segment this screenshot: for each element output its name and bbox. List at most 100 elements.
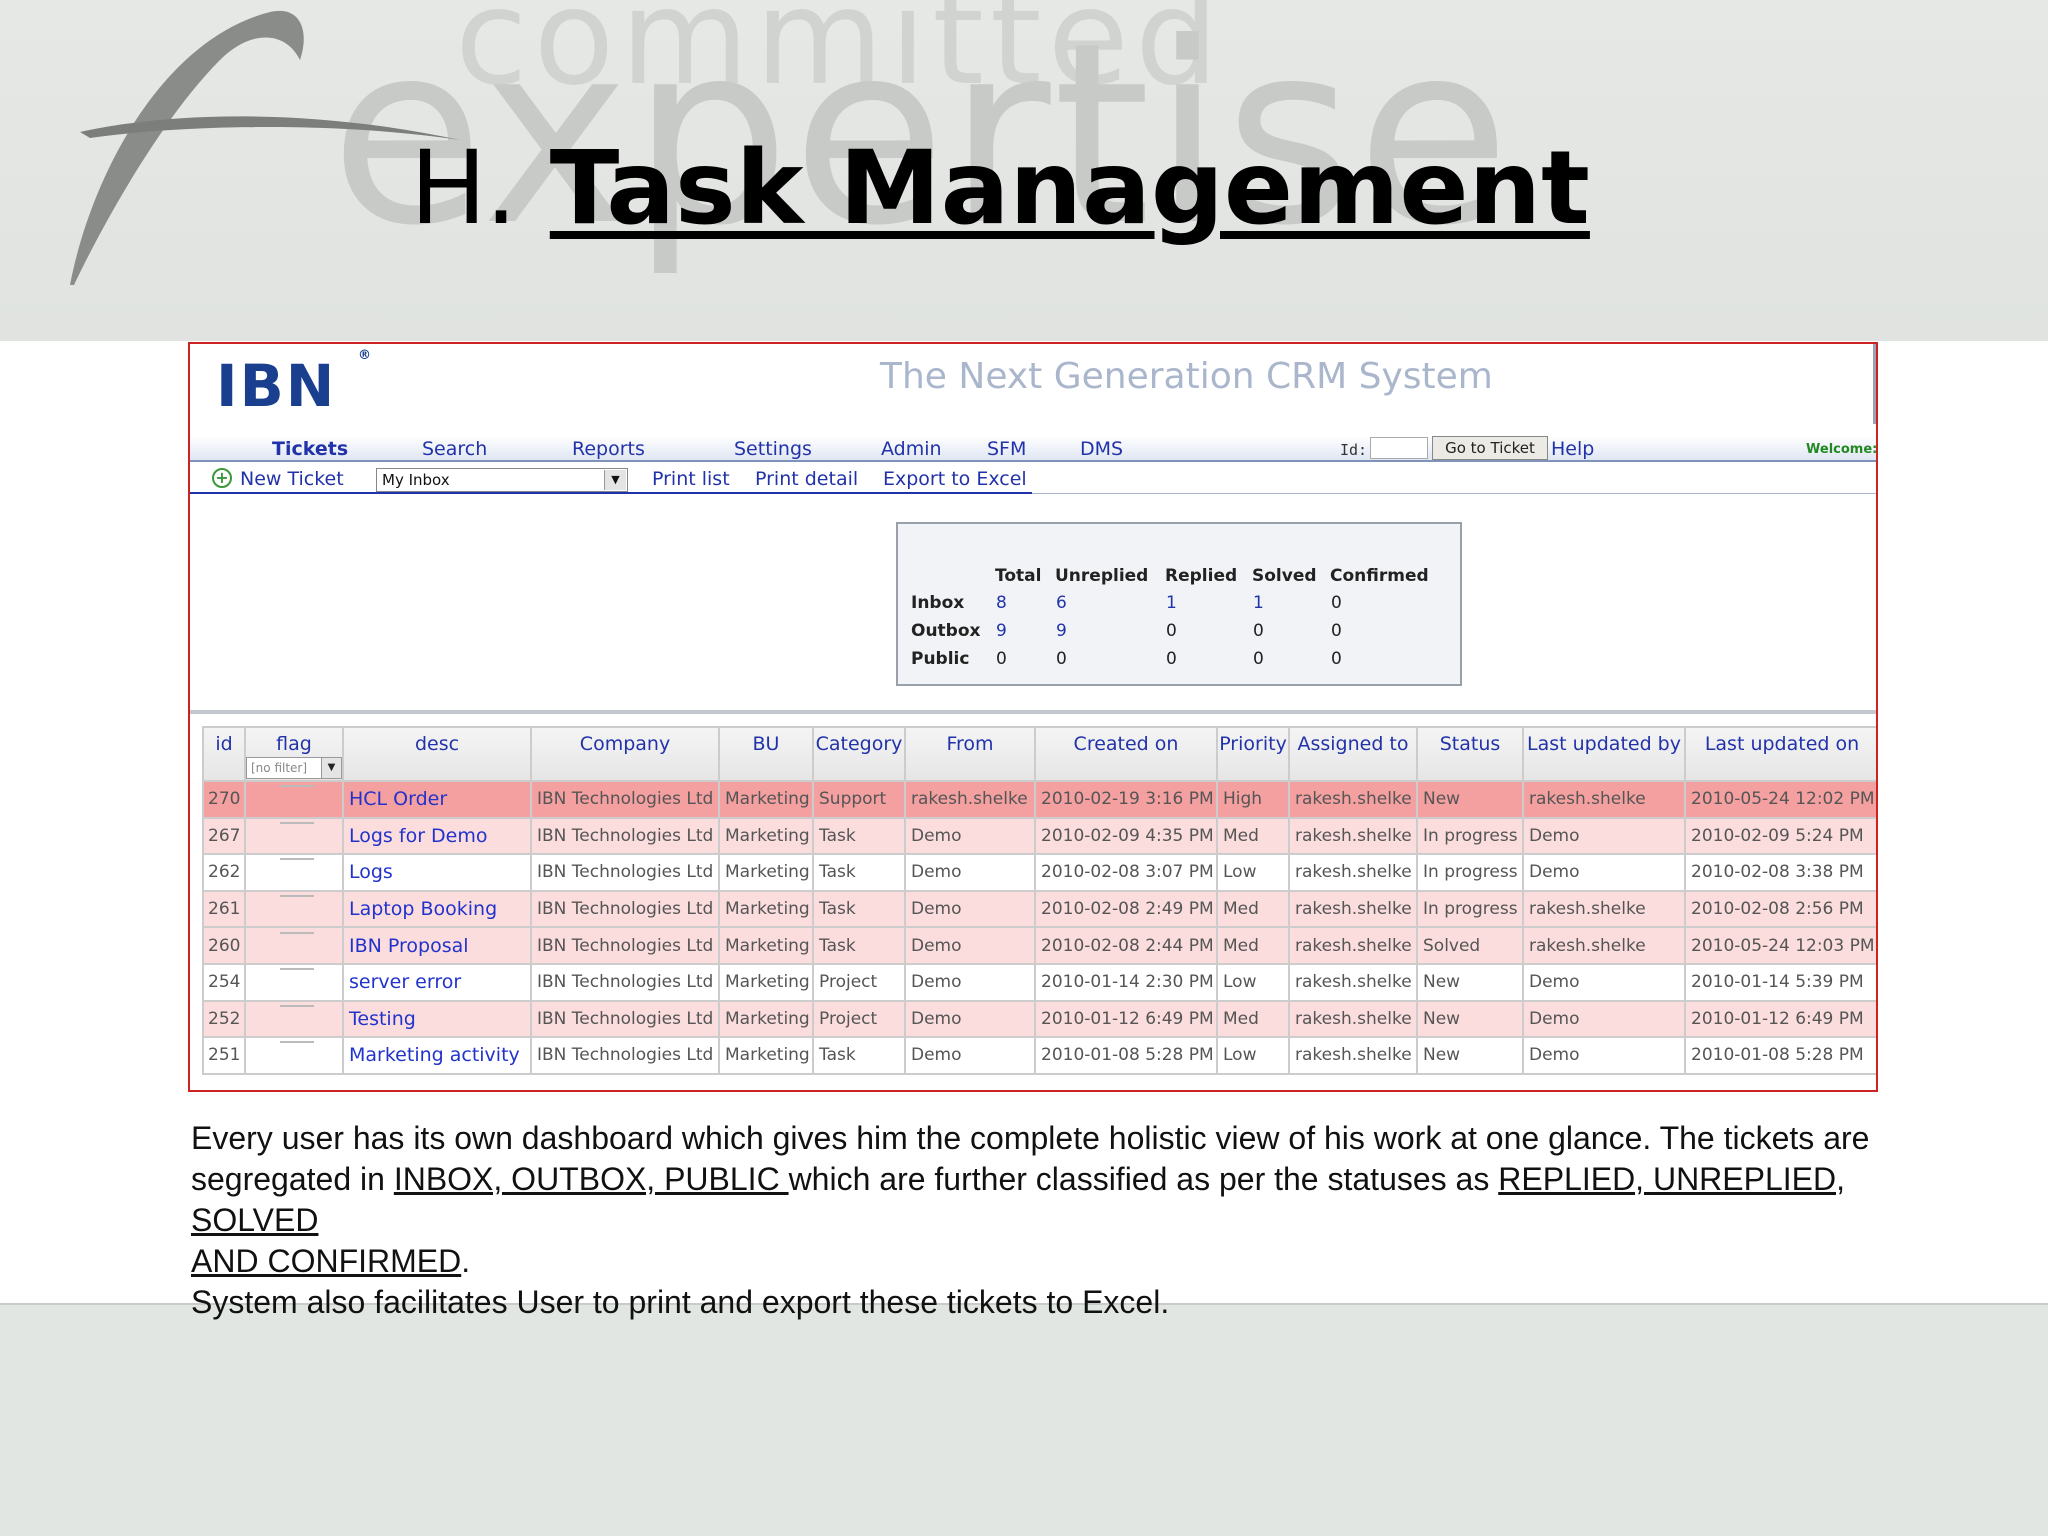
crm-header: IBN ® The Next Generation CRM System <box>190 344 1876 436</box>
cell-desc-link[interactable]: Logs for Demo <box>342 816 532 856</box>
col-assigned-to[interactable]: Assigned to <box>1288 726 1418 782</box>
col-company[interactable]: Company <box>530 726 720 782</box>
cell-id: 267 <box>202 816 246 856</box>
table-row[interactable]: 254 server error IBN Technologies Ltd Ma… <box>202 962 1876 1002</box>
cell-last-updated-by: rakesh.shelke <box>1522 889 1686 929</box>
nav-reports[interactable]: Reports <box>572 438 645 460</box>
grid-divider <box>190 710 1876 714</box>
cell-desc-link[interactable]: IBN Proposal <box>342 926 532 965</box>
cell-status: In progress <box>1416 889 1524 929</box>
col-bu[interactable]: BU <box>718 726 814 782</box>
add-icon[interactable]: + <box>212 468 232 488</box>
cell-flag[interactable] <box>244 853 344 892</box>
cell-from: Demo <box>904 926 1036 965</box>
nav-search[interactable]: Search <box>422 438 487 460</box>
stats-cell[interactable]: 1 <box>1253 593 1264 613</box>
cell-created-on: 2010-02-09 4:35 PM <box>1034 816 1218 856</box>
cell-company: IBN Technologies Ltd <box>530 816 720 856</box>
cell-created-on: 2010-02-08 2:49 PM <box>1034 889 1218 929</box>
table-row[interactable]: 262 Logs IBN Technologies Ltd Marketing … <box>202 853 1876 892</box>
cell-desc-link[interactable]: Testing <box>342 999 532 1039</box>
table-row[interactable]: 261 Laptop Booking IBN Technologies Ltd … <box>202 889 1876 929</box>
cell-desc-link[interactable]: Laptop Booking <box>342 889 532 929</box>
nav-admin[interactable]: Admin <box>881 438 942 460</box>
cell-flag[interactable] <box>244 780 344 819</box>
col-last-updated-by[interactable]: Last updated by <box>1522 726 1686 782</box>
cell-status: New <box>1416 780 1524 819</box>
cell-flag[interactable] <box>244 926 344 965</box>
stats-cell[interactable]: 9 <box>996 621 1007 641</box>
cell-flag[interactable] <box>244 1036 344 1075</box>
col-from[interactable]: From <box>904 726 1036 782</box>
col-last-updated-on[interactable]: Last updated on <box>1684 726 1876 782</box>
cell-bu: Marketing <box>718 999 814 1039</box>
go-to-ticket-button[interactable]: Go to Ticket <box>1432 436 1548 460</box>
stats-cell[interactable]: 9 <box>1056 621 1067 641</box>
cell-from: Demo <box>904 962 1036 1002</box>
cell-flag[interactable] <box>244 889 344 929</box>
cell-desc-link[interactable]: HCL Order <box>342 780 532 819</box>
cell-desc-link[interactable]: Logs <box>342 853 532 892</box>
cell-assigned-to: rakesh.shelke <box>1288 853 1418 892</box>
stats-cell[interactable]: 8 <box>996 593 1007 613</box>
cell-flag[interactable] <box>244 816 344 856</box>
caption-line: Every user has its own dashboard which g… <box>191 1120 1870 1156</box>
view-select[interactable]: My Inbox ▼ <box>376 468 628 492</box>
cell-assigned-to: rakesh.shelke <box>1288 780 1418 819</box>
cell-last-updated-by: rakesh.shelke <box>1522 780 1686 819</box>
nav-help[interactable]: Help <box>1551 438 1594 460</box>
stats-cell[interactable]: 1 <box>1166 593 1177 613</box>
cell-status: In progress <box>1416 853 1524 892</box>
table-row[interactable]: 260 IBN Proposal IBN Technologies Ltd Ma… <box>202 926 1876 965</box>
cell-status: In progress <box>1416 816 1524 856</box>
print-detail-link[interactable]: Print detail <box>755 468 858 490</box>
table-header-row: id flag [no filter] ▼ desc Company BU Cat… <box>202 726 1876 782</box>
chevron-down-icon[interactable]: ▼ <box>604 470 626 490</box>
cell-last-updated-on: 2010-02-08 2:56 PM <box>1684 889 1876 929</box>
slide-title-prefix: H. <box>410 129 518 248</box>
col-id[interactable]: id <box>202 726 246 782</box>
cell-last-updated-on: 2010-01-12 6:49 PM <box>1684 999 1876 1039</box>
cell-company: IBN Technologies Ltd <box>530 780 720 819</box>
table-row[interactable]: 267 Logs for Demo IBN Technologies Ltd M… <box>202 816 1876 856</box>
col-priority[interactable]: Priority <box>1216 726 1290 782</box>
stats-cell[interactable]: 6 <box>1056 593 1067 613</box>
cell-company: IBN Technologies Ltd <box>530 889 720 929</box>
cell-category: Task <box>812 889 906 929</box>
flag-icon <box>279 821 314 824</box>
nav-dms[interactable]: DMS <box>1080 438 1123 460</box>
caption-text: . <box>461 1243 471 1279</box>
new-ticket-link[interactable]: New Ticket <box>240 468 344 490</box>
cell-status: Solved <box>1416 926 1524 965</box>
cell-flag[interactable] <box>244 999 344 1039</box>
cell-assigned-to: rakesh.shelke <box>1288 1036 1418 1075</box>
cell-assigned-to: rakesh.shelke <box>1288 816 1418 856</box>
table-row[interactable]: 252 Testing IBN Technologies Ltd Marketi… <box>202 999 1876 1039</box>
cell-last-updated-on: 2010-02-08 3:38 PM <box>1684 853 1876 892</box>
export-excel-link[interactable]: Export to Excel <box>883 468 1027 490</box>
ticket-table: id flag [no filter] ▼ desc Company BU Cat… <box>202 726 1876 1075</box>
nav-tickets[interactable]: Tickets <box>272 438 348 460</box>
table-row[interactable]: 270 HCL Order IBN Technologies Ltd Marke… <box>202 780 1876 819</box>
flag-filter-select[interactable]: [no filter] ▼ <box>247 757 341 779</box>
col-created-on[interactable]: Created on <box>1034 726 1218 782</box>
cell-desc-link[interactable]: server error <box>342 962 532 1002</box>
cell-desc-link[interactable]: Marketing activity <box>342 1036 532 1075</box>
col-flag-label[interactable]: flag <box>247 733 341 755</box>
nav-settings[interactable]: Settings <box>734 438 812 460</box>
ticket-id-input[interactable] <box>1370 437 1428 459</box>
ibn-logo: IBN <box>216 352 337 420</box>
flag-icon <box>279 931 314 934</box>
col-desc[interactable]: desc <box>342 726 532 782</box>
col-category[interactable]: Category <box>812 726 906 782</box>
print-list-link[interactable]: Print list <box>652 468 730 490</box>
cell-status: New <box>1416 1036 1524 1075</box>
cell-bu: Marketing <box>718 780 814 819</box>
table-row[interactable]: 251 Marketing activity IBN Technologies … <box>202 1036 1876 1075</box>
flag-icon <box>279 1041 314 1044</box>
cell-flag[interactable] <box>244 962 344 1002</box>
slide-caption: Every user has its own dashboard which g… <box>191 1118 1871 1323</box>
nav-sfm[interactable]: SFM <box>987 438 1026 460</box>
cell-last-updated-by: Demo <box>1522 1036 1686 1075</box>
col-status[interactable]: Status <box>1416 726 1524 782</box>
